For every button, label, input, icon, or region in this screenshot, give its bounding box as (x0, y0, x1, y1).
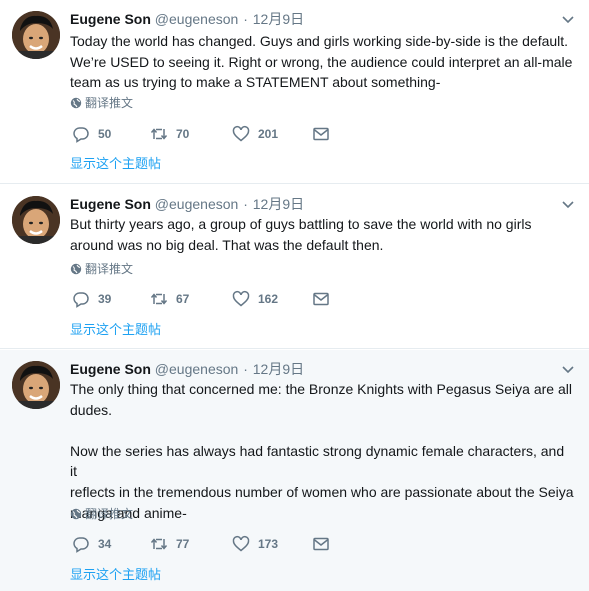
heart-icon (232, 126, 250, 142)
reply-button[interactable]: 34 (72, 535, 111, 553)
like-button[interactable]: 173 (232, 535, 278, 553)
retweet-icon (150, 128, 168, 140)
show-thread-link[interactable]: 显示这个主题帖 (70, 155, 161, 173)
tweet-text: The only thing that concerned me: the Br… (70, 381, 574, 521)
envelope-icon (313, 537, 329, 551)
display-name[interactable]: Eugene Son (70, 196, 151, 212)
chevron-down-icon[interactable] (561, 12, 575, 26)
reply-count: 34 (98, 537, 112, 551)
avatar[interactable] (12, 361, 60, 409)
show-thread-link[interactable]: 显示这个主题帖 (70, 566, 161, 584)
translate-link[interactable]: 翻译推文 (70, 95, 133, 111)
translate-label: 翻译推文 (85, 507, 134, 521)
tweet-header: Eugene Son @eugeneson · 12月9日 (70, 194, 304, 214)
reply-count: 39 (98, 292, 112, 306)
translate-link[interactable]: 翻译推文 (70, 261, 133, 277)
like-count: 201 (258, 127, 279, 141)
separator: · (243, 196, 248, 212)
translate-link[interactable]: 翻译推文 (70, 506, 133, 522)
tweet-text: Today the world has changed. Guys and gi… (70, 33, 573, 91)
retweet-count: 70 (176, 127, 190, 141)
reply-icon (73, 292, 89, 308)
retweet-button[interactable]: 70 (150, 125, 189, 143)
retweet-count: 77 (176, 537, 190, 551)
tweet-header: Eugene Son @eugeneson · 12月9日 (70, 359, 304, 379)
tweet-actions: 34 77 173 (70, 535, 340, 555)
translate-label: 翻译推文 (85, 262, 134, 276)
retweet-button[interactable]: 77 (150, 535, 189, 553)
retweet-count: 67 (176, 292, 190, 306)
tweet[interactable]: Eugene Son @eugeneson · 12月9日 The only t… (0, 350, 589, 591)
dm-button[interactable] (312, 535, 330, 553)
reply-button[interactable]: 50 (72, 125, 111, 143)
tweet-header: Eugene Son @eugeneson · 12月9日 (70, 9, 304, 29)
display-name[interactable]: Eugene Son (70, 11, 151, 27)
like-button[interactable]: 201 (232, 125, 278, 143)
globe-icon (70, 263, 82, 275)
globe-icon (70, 97, 82, 109)
avatar[interactable] (12, 11, 60, 59)
tweet-text: But thirty years ago, a group of guys ba… (70, 216, 532, 253)
tweet[interactable]: Eugene Son @eugeneson · 12月9日 Today the … (0, 0, 589, 184)
timestamp[interactable]: 12月9日 (253, 11, 304, 27)
heart-icon (232, 536, 250, 552)
like-count: 162 (258, 292, 279, 306)
dm-button[interactable] (312, 290, 330, 308)
like-count: 173 (258, 537, 279, 551)
chevron-down-icon[interactable] (561, 197, 575, 211)
chevron-down-icon[interactable] (561, 362, 575, 376)
user-handle[interactable]: @eugeneson (155, 196, 239, 212)
tweet[interactable]: Eugene Son @eugeneson · 12月9日 But thirty… (0, 185, 589, 349)
envelope-icon (313, 127, 329, 141)
separator: · (243, 11, 248, 27)
display-name[interactable]: Eugene Son (70, 361, 151, 377)
tweet-actions: 39 67 162 (70, 290, 340, 310)
reply-button[interactable]: 39 (72, 290, 111, 308)
avatar[interactable] (12, 196, 60, 244)
translate-label: 翻译推文 (85, 96, 134, 110)
envelope-icon (313, 292, 329, 306)
retweet-icon (150, 293, 168, 305)
retweet-icon (150, 538, 168, 550)
show-thread-link[interactable]: 显示这个主题帖 (70, 321, 161, 339)
user-handle[interactable]: @eugeneson (155, 11, 239, 27)
tweet-actions: 50 70 201 (70, 125, 340, 145)
timestamp[interactable]: 12月9日 (253, 196, 304, 212)
user-handle[interactable]: @eugeneson (155, 361, 239, 377)
reply-icon (73, 127, 89, 143)
reply-icon (73, 537, 89, 553)
heart-icon (232, 291, 250, 307)
retweet-button[interactable]: 67 (150, 290, 189, 308)
globe-icon (70, 508, 82, 520)
dm-button[interactable] (312, 125, 330, 143)
reply-count: 50 (98, 127, 112, 141)
like-button[interactable]: 162 (232, 290, 278, 308)
timestamp[interactable]: 12月9日 (253, 361, 304, 377)
separator: · (243, 361, 248, 377)
